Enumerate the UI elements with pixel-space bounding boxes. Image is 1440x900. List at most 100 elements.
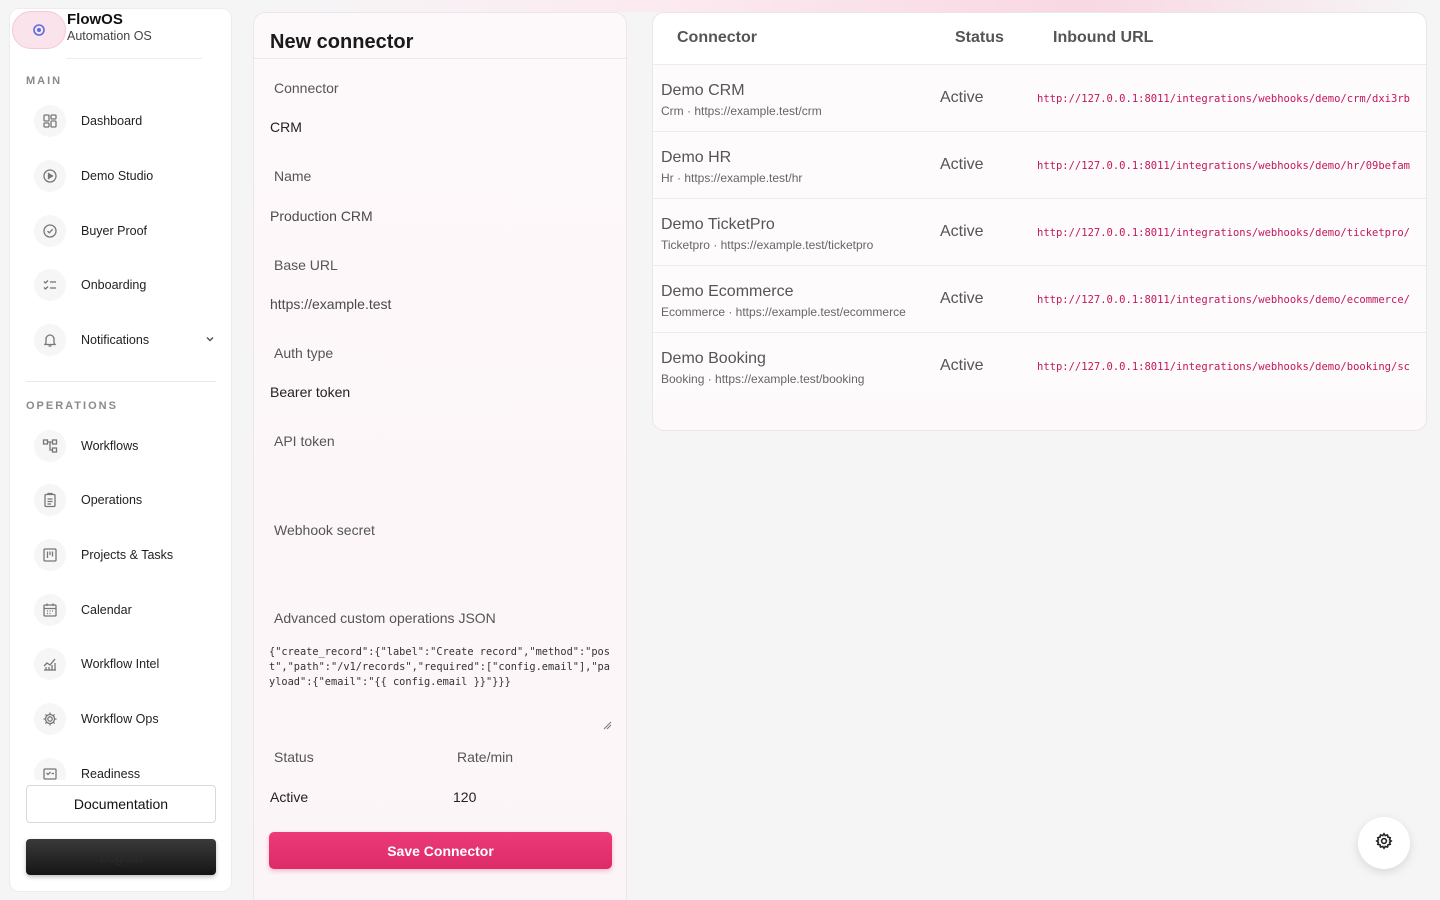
row-connector-name: Demo Booking	[661, 350, 766, 367]
table-row[interactable]: Demo HR Hr · https://example.test/hr Act…	[653, 132, 1426, 199]
sidebar-item-calendar[interactable]: Calendar	[26, 590, 216, 630]
kanban-icon	[34, 539, 66, 571]
row-connector-meta: Ticketpro · https://example.test/ticketp…	[661, 238, 874, 252]
form-title: New connector	[270, 31, 414, 53]
gear-icon	[1375, 831, 1393, 855]
row-connector-name: Demo Ecommerce	[661, 283, 794, 300]
custom-operations-json-textarea[interactable]: {"create_record":{"label":"Create record…	[269, 645, 613, 729]
row-inbound-url[interactable]: http://127.0.0.1:8011/integrations/webho…	[1037, 160, 1426, 172]
section-label-operations: OPERATIONS	[26, 400, 118, 412]
api-token-input[interactable]	[270, 459, 612, 509]
brand-logo-icon	[12, 11, 66, 49]
sidebar-item-label: Onboarding	[81, 278, 147, 292]
sidebar-item-demo-studio[interactable]: Demo Studio	[26, 156, 216, 196]
sidebar-item-label: Calendar	[81, 603, 132, 617]
column-header-inbound-url: Inbound URL	[1053, 29, 1154, 46]
row-connector-name: Demo TicketPro	[661, 216, 775, 233]
settings-fab-button[interactable]	[1358, 817, 1410, 869]
sidebar-item-workflows[interactable]: Workflows	[26, 426, 216, 466]
row-connector-name: Demo CRM	[661, 82, 745, 99]
row-status: Active	[940, 89, 984, 106]
name-label: Name	[274, 168, 312, 184]
clipboard-icon	[34, 484, 66, 516]
sidebar-item-label: Buyer Proof	[81, 224, 148, 238]
section-label-main: MAIN	[26, 75, 63, 87]
rate-input[interactable]: 120	[453, 789, 476, 805]
logout-button[interactable]: Logout	[26, 839, 216, 875]
new-connector-form: New connector Connector CRM Name Product…	[253, 12, 628, 900]
table-row[interactable]: Demo Booking Booking · https://example.t…	[653, 333, 1426, 400]
chevron-down-icon[interactable]	[204, 332, 216, 350]
sidebar-item-projects-tasks[interactable]: Projects & Tasks	[26, 535, 216, 575]
sidebar-item-workflow-ops[interactable]: Workflow Ops	[26, 699, 216, 739]
row-connector-meta: Ecommerce · https://example.test/ecommer…	[661, 305, 906, 319]
sidebar-item-workflow-intel[interactable]: Workflow Intel	[26, 644, 216, 684]
row-status: Active	[940, 290, 984, 307]
sidebar-item-label: Dashboard	[81, 114, 143, 128]
rate-label: Rate/min	[457, 749, 514, 765]
column-header-status: Status	[955, 29, 1004, 46]
webhook-secret-input[interactable]	[270, 548, 612, 598]
webhook-secret-label: Webhook secret	[274, 522, 375, 538]
sidebar-item-label: Workflows	[81, 439, 139, 453]
auth-type-label: Auth type	[274, 345, 334, 361]
brand[interactable]: FlowOS Automation OS	[10, 9, 231, 61]
connector-label: Connector	[274, 80, 339, 96]
connectors-table: Connector Status Inbound URL Demo CRM Cr…	[652, 12, 1427, 431]
sidebar-item-notifications[interactable]: Notifications	[26, 320, 216, 360]
workflow-icon	[34, 430, 66, 462]
sidebar-item-label: Notifications	[81, 333, 150, 347]
brand-subtitle: Automation OS	[67, 29, 152, 43]
row-status: Active	[940, 156, 984, 173]
sidebar-item-dashboard[interactable]: Dashboard	[26, 101, 216, 141]
calendar-icon	[34, 594, 66, 626]
sidebar-item-label: Operations	[81, 493, 143, 507]
connector-select[interactable]: CRM	[270, 119, 302, 135]
top-decoration	[300, 0, 1420, 12]
gear-icon	[34, 703, 66, 735]
check-badge-icon	[34, 215, 66, 247]
readiness-icon	[34, 758, 66, 780]
sidebar-item-buyer-proof[interactable]: Buyer Proof	[26, 211, 216, 251]
status-select[interactable]: Active	[270, 789, 308, 805]
row-connector-meta: Crm · https://example.test/crm	[661, 104, 822, 118]
table-footer	[653, 399, 1426, 430]
column-header-connector: Connector	[677, 29, 757, 46]
name-input[interactable]: Production CRM	[270, 208, 373, 224]
table-row[interactable]: Demo CRM Crm · https://example.test/crm …	[653, 65, 1426, 132]
sidebar-item-operations[interactable]: Operations	[26, 480, 216, 520]
save-connector-button[interactable]: Save Connector	[269, 832, 612, 869]
table-row[interactable]: Demo Ecommerce Ecommerce · https://examp…	[653, 266, 1426, 333]
brand-divider	[66, 58, 202, 59]
sidebar-item-readiness[interactable]: Readiness	[26, 754, 216, 780]
resize-handle-icon[interactable]	[602, 717, 612, 735]
play-circle-icon	[34, 160, 66, 192]
brand-name: FlowOS	[67, 11, 123, 28]
row-inbound-url[interactable]: http://127.0.0.1:8011/integrations/webho…	[1037, 361, 1426, 373]
sidebar-item-onboarding[interactable]: Onboarding	[26, 265, 216, 305]
row-inbound-url[interactable]: http://127.0.0.1:8011/integrations/webho…	[1037, 227, 1426, 239]
row-inbound-url[interactable]: http://127.0.0.1:8011/integrations/webho…	[1037, 294, 1426, 306]
base-url-label: Base URL	[274, 257, 338, 273]
sidebar-item-label: Projects & Tasks	[81, 548, 174, 562]
auth-type-select[interactable]: Bearer token	[270, 384, 350, 400]
sidebar-divider	[26, 381, 216, 382]
status-label: Status	[274, 749, 314, 765]
sidebar-item-label: Workflow Intel	[81, 657, 160, 671]
documentation-button[interactable]: Documentation	[26, 785, 216, 823]
api-token-label: API token	[274, 433, 335, 449]
sidebar: FlowOS Automation OS MAIN Dashboard Demo…	[9, 8, 232, 892]
dashboard-icon	[34, 105, 66, 137]
form-title-divider	[254, 58, 628, 59]
row-connector-meta: Booking · https://example.test/booking	[661, 372, 865, 386]
row-inbound-url[interactable]: http://127.0.0.1:8011/integrations/webho…	[1037, 93, 1426, 105]
base-url-input[interactable]: https://example.test	[270, 296, 391, 312]
checklist-icon	[34, 269, 66, 301]
sidebar-item-label: Demo Studio	[81, 169, 154, 183]
bell-icon	[34, 324, 66, 356]
json-label: Advanced custom operations JSON	[274, 610, 496, 626]
table-row[interactable]: Demo TicketPro Ticketpro · https://examp…	[653, 199, 1426, 266]
row-connector-name: Demo HR	[661, 149, 732, 166]
sidebar-item-label: Workflow Ops	[81, 712, 159, 726]
sidebar-item-label: Readiness	[81, 767, 141, 780]
